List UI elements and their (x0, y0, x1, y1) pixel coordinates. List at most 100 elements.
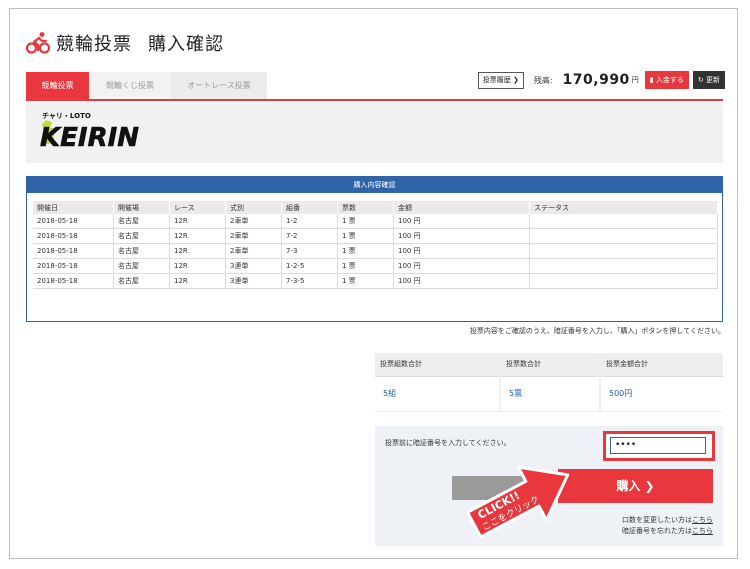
table-cell (529, 243, 718, 259)
purchase-confirm-panel: 購入内容確認 開催日 開催場 レース 式別 組番 票数 金額 ステータス 201… (26, 176, 723, 322)
table-cell: 7-2 (281, 228, 338, 244)
table-cell: 名古屋 (113, 228, 170, 244)
history-button[interactable]: 投票履歴 ❯ (477, 71, 524, 89)
table-cell: 100 円 (393, 273, 530, 289)
summary-amount: 投票金額合計 500円 (601, 353, 723, 412)
table-cell: 1 票 (337, 258, 394, 274)
balance-label: 残高: (533, 75, 553, 85)
tab-keirin[interactable]: 競輪投票 (26, 72, 89, 99)
tab-keirin-lottery[interactable]: 競輪くじ投票 (89, 72, 171, 99)
summary-amount-label: 投票金額合計 (601, 353, 723, 377)
pin-highlight: •••• (603, 431, 715, 461)
table-cell: 名古屋 (113, 258, 170, 274)
pin-instruction: 投票前に暗証番号を入力してください。 (385, 439, 511, 447)
click-callout-arrow: CLICK!! ここをクリック (466, 465, 570, 538)
table-cell: 2018-05-18 (33, 273, 114, 289)
table-cell: 2018-05-18 (33, 258, 114, 274)
summary-tickets-value: 5票 (501, 377, 599, 411)
table-cell: 1 票 (337, 243, 394, 259)
table-cell (529, 273, 718, 289)
table-cell (529, 258, 718, 274)
summary-combos: 投票組数合計 5組 (375, 353, 499, 412)
instruction-note: 投票内容をご確認のうえ、暗証番号を入力し、「購入」ボタンを押してください。 (469, 327, 725, 335)
help-links: 口数を変更したい方はこちら 暗証番号を忘れた方はこちら (622, 515, 713, 537)
table-cell: 12R (169, 228, 226, 244)
summary-box: 投票組数合計 5組 投票数合計 5票 投票金額合計 500円 (375, 353, 723, 412)
col-race: レース (169, 201, 226, 214)
update-button[interactable]: ↻ 更新 (692, 71, 725, 89)
table-cell: 1-2-5 (281, 258, 338, 274)
table-cell: 2車単 (225, 228, 282, 244)
col-amount: 金額 (393, 201, 530, 214)
table-cell: 名古屋 (113, 273, 170, 289)
table-cell: 2018-05-18 (33, 243, 114, 259)
col-status: ステータス (529, 201, 718, 214)
summary-tickets: 投票数合計 5票 (501, 353, 599, 412)
refresh-icon: ↻ (697, 76, 704, 84)
page-title: 競輪投票 (56, 34, 132, 55)
table-cell: 1 票 (337, 228, 394, 244)
summary-combos-label: 投票組数合計 (375, 353, 499, 377)
table-cell: 名古屋 (113, 243, 170, 259)
logo-top-text: チャリ・LOTO (42, 112, 91, 120)
table-row: 2018-05-18 名古屋 12R 3連単 1-2-5 1 票 100 円 (33, 258, 718, 274)
balance-value: 170,990 (562, 72, 630, 88)
table-cell: 12R (169, 258, 226, 274)
keirin-logo: チャリ・LOTO KEIRIN (38, 110, 148, 156)
table-cell: 100 円 (393, 258, 530, 274)
page-header: 競輪投票 購入確認 (26, 28, 224, 58)
table-cell: 1 票 (337, 214, 394, 229)
table-cell: 100 円 (393, 243, 530, 259)
page-subtitle: 購入確認 (148, 34, 224, 55)
summary-combos-value: 5組 (375, 377, 499, 411)
bet-table: 開催日 開催場 レース 式別 組番 票数 金額 ステータス 2018-05-18… (33, 201, 718, 289)
table-cell: 100 円 (393, 214, 530, 229)
table-cell (529, 228, 718, 244)
balance-currency: 円 (631, 76, 639, 84)
table-cell: 12R (169, 214, 226, 229)
table-header-row: 開催日 開催場 レース 式別 組番 票数 金額 ステータス (33, 201, 718, 214)
table-row: 2018-05-18 名古屋 12R 3連単 7-3-5 1 票 100 円 (33, 273, 718, 289)
table-cell: 12R (169, 243, 226, 259)
col-tickets: 票数 (337, 201, 394, 214)
table-cell (529, 214, 718, 229)
forgot-pin-text: 暗証番号を忘れた方は (622, 527, 692, 535)
table-row: 2018-05-18 名古屋 12R 2車単 7-3 1 票 100 円 (33, 243, 718, 259)
deposit-button[interactable]: ▮ 入金する (644, 71, 689, 89)
panel-title: 購入内容確認 (27, 177, 722, 193)
table-cell: 7-3 (281, 243, 338, 259)
change-qty-text: 口数を変更したい方は (622, 516, 692, 524)
table-cell: 12R (169, 273, 226, 289)
table-cell: 1 票 (337, 273, 394, 289)
cyclist-icon (26, 32, 50, 54)
table-cell: 100 円 (393, 228, 530, 244)
table-cell: 3連単 (225, 258, 282, 274)
tab-bar: 競輪投票 競輪くじ投票 オートレース投票 (26, 72, 267, 99)
change-qty-link[interactable]: こちら (692, 516, 713, 524)
col-venue: 開催場 (113, 201, 170, 214)
wallet-icon: ▮ (649, 76, 654, 84)
update-label: 更新 (706, 76, 720, 84)
table-cell: 2車単 (225, 214, 282, 229)
logo-main-text: KEIRIN (40, 123, 139, 152)
table-row: 2018-05-18 名古屋 12R 2車単 1-2 1 票 100 円 (33, 214, 718, 229)
summary-amount-value: 500円 (601, 377, 723, 411)
table-cell: 3連単 (225, 273, 282, 289)
col-date: 開催日 (33, 201, 114, 214)
tab-autorace[interactable]: オートレース投票 (171, 72, 267, 99)
table-row: 2018-05-18 名古屋 12R 2車単 7-2 1 票 100 円 (33, 228, 718, 244)
deposit-label: 入金する (655, 76, 684, 84)
account-bar: 投票履歴 ❯ 残高: 170,990 円 ▮ 入金する ↻ 更新 (477, 70, 725, 90)
table-cell: 名古屋 (113, 214, 170, 229)
table-cell: 2018-05-18 (33, 228, 114, 244)
summary-tickets-label: 投票数合計 (501, 353, 599, 377)
table-cell: 2018-05-18 (33, 214, 114, 229)
table-cell: 1-2 (281, 214, 338, 229)
col-type: 式別 (225, 201, 282, 214)
pin-input[interactable]: •••• (610, 437, 706, 454)
table-cell: 7-3-5 (281, 273, 338, 289)
forgot-pin-link[interactable]: こちら (692, 527, 713, 535)
col-combo: 組番 (281, 201, 338, 214)
tab-underline (26, 99, 723, 101)
table-cell: 2車単 (225, 243, 282, 259)
